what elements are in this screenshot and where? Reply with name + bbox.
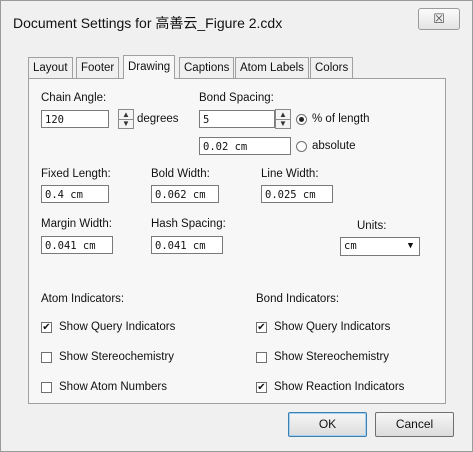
tab-atom-labels[interactable]: Atom Labels	[235, 57, 309, 78]
spin-down-icon[interactable]: ▼	[119, 119, 133, 128]
window-title: Document Settings for 高善云_Figure 2.cdx	[13, 15, 283, 31]
tab-footer[interactable]: Footer	[76, 57, 120, 78]
hash-spacing-input[interactable]: 0.041 cm	[151, 236, 223, 254]
bond-spacing-input[interactable]: 5	[199, 110, 275, 128]
bond-spacing-label: Bond Spacing:	[199, 92, 274, 104]
check-icon: ✔	[42, 322, 51, 333]
bond-show-query-checkbox[interactable]: ✔	[256, 322, 267, 333]
chain-angle-label: Chain Angle:	[41, 92, 107, 104]
check-icon: ✔	[257, 322, 266, 333]
margin-width-label: Margin Width:	[41, 218, 112, 230]
absolute-label: absolute	[312, 140, 356, 152]
document-settings-dialog: Document Settings for 高善云_Figure 2.cdx ☒…	[0, 0, 473, 452]
atom-show-query-checkbox[interactable]: ✔	[41, 322, 52, 333]
bond-show-reaction-label: Show Reaction Indicators	[274, 381, 405, 393]
line-width-label: Line Width:	[261, 168, 319, 180]
percent-of-length-label: % of length	[312, 113, 370, 125]
chevron-down-icon[interactable]: ▼	[403, 239, 418, 254]
close-button[interactable]: ☒	[418, 8, 460, 30]
units-select[interactable]: cm ▼	[340, 237, 420, 256]
bold-width-label: Bold Width:	[151, 168, 210, 180]
absolute-radio[interactable]	[296, 141, 307, 152]
tab-drawing[interactable]: Drawing	[123, 55, 176, 79]
bold-width-input[interactable]: 0.062 cm	[151, 185, 219, 203]
bond-show-reaction-checkbox[interactable]: ✔	[256, 382, 267, 393]
tab-captions[interactable]: Captions	[179, 57, 235, 78]
atom-indicators-label: Atom Indicators:	[41, 293, 125, 305]
atom-show-stereochemistry-label: Show Stereochemistry	[59, 351, 175, 363]
bond-spacing-spinner[interactable]: ▲ ▼	[275, 109, 291, 129]
line-width-input[interactable]: 0.025 cm	[261, 185, 333, 203]
atom-show-query-label: Show Query Indicators	[59, 321, 176, 333]
spin-down-icon[interactable]: ▼	[276, 119, 290, 128]
tab-colors[interactable]: Colors	[310, 57, 354, 78]
fixed-length-label: Fixed Length:	[41, 168, 111, 180]
check-icon: ✔	[257, 382, 266, 393]
radio-selected-dot	[299, 117, 304, 122]
units-label: Units:	[357, 220, 387, 232]
bond-indicators-label: Bond Indicators:	[256, 293, 340, 305]
atom-show-stereochemistry-checkbox[interactable]	[41, 352, 52, 363]
bond-spacing-absolute-input[interactable]: 0.02 cm	[199, 137, 291, 155]
tab-layout[interactable]: Layout	[28, 57, 73, 78]
ok-button[interactable]: OK	[288, 412, 367, 437]
chain-angle-spinner[interactable]: ▲ ▼	[118, 109, 134, 129]
chain-angle-input[interactable]: 120	[41, 110, 109, 128]
atom-show-atom-numbers-label: Show Atom Numbers	[59, 381, 168, 393]
atom-show-atom-numbers-checkbox[interactable]	[41, 382, 52, 393]
margin-width-input[interactable]: 0.041 cm	[41, 236, 113, 254]
units-value: cm	[344, 240, 357, 252]
percent-of-length-radio[interactable]	[296, 114, 307, 125]
bond-show-stereochemistry-label: Show Stereochemistry	[274, 351, 390, 363]
chain-angle-unit: degrees	[137, 113, 179, 125]
hash-spacing-label: Hash Spacing:	[151, 218, 226, 230]
fixed-length-input[interactable]: 0.4 cm	[41, 185, 109, 203]
close-icon: ☒	[433, 11, 445, 26]
bond-show-query-label: Show Query Indicators	[274, 321, 391, 333]
bond-show-stereochemistry-checkbox[interactable]	[256, 352, 267, 363]
title-bar: Document Settings for 高善云_Figure 2.cdx ☒	[1, 1, 472, 41]
cancel-button[interactable]: Cancel	[375, 412, 454, 437]
drawing-panel: Chain Angle: 120 ▲ ▼ degrees Bond Spacin…	[28, 78, 446, 404]
